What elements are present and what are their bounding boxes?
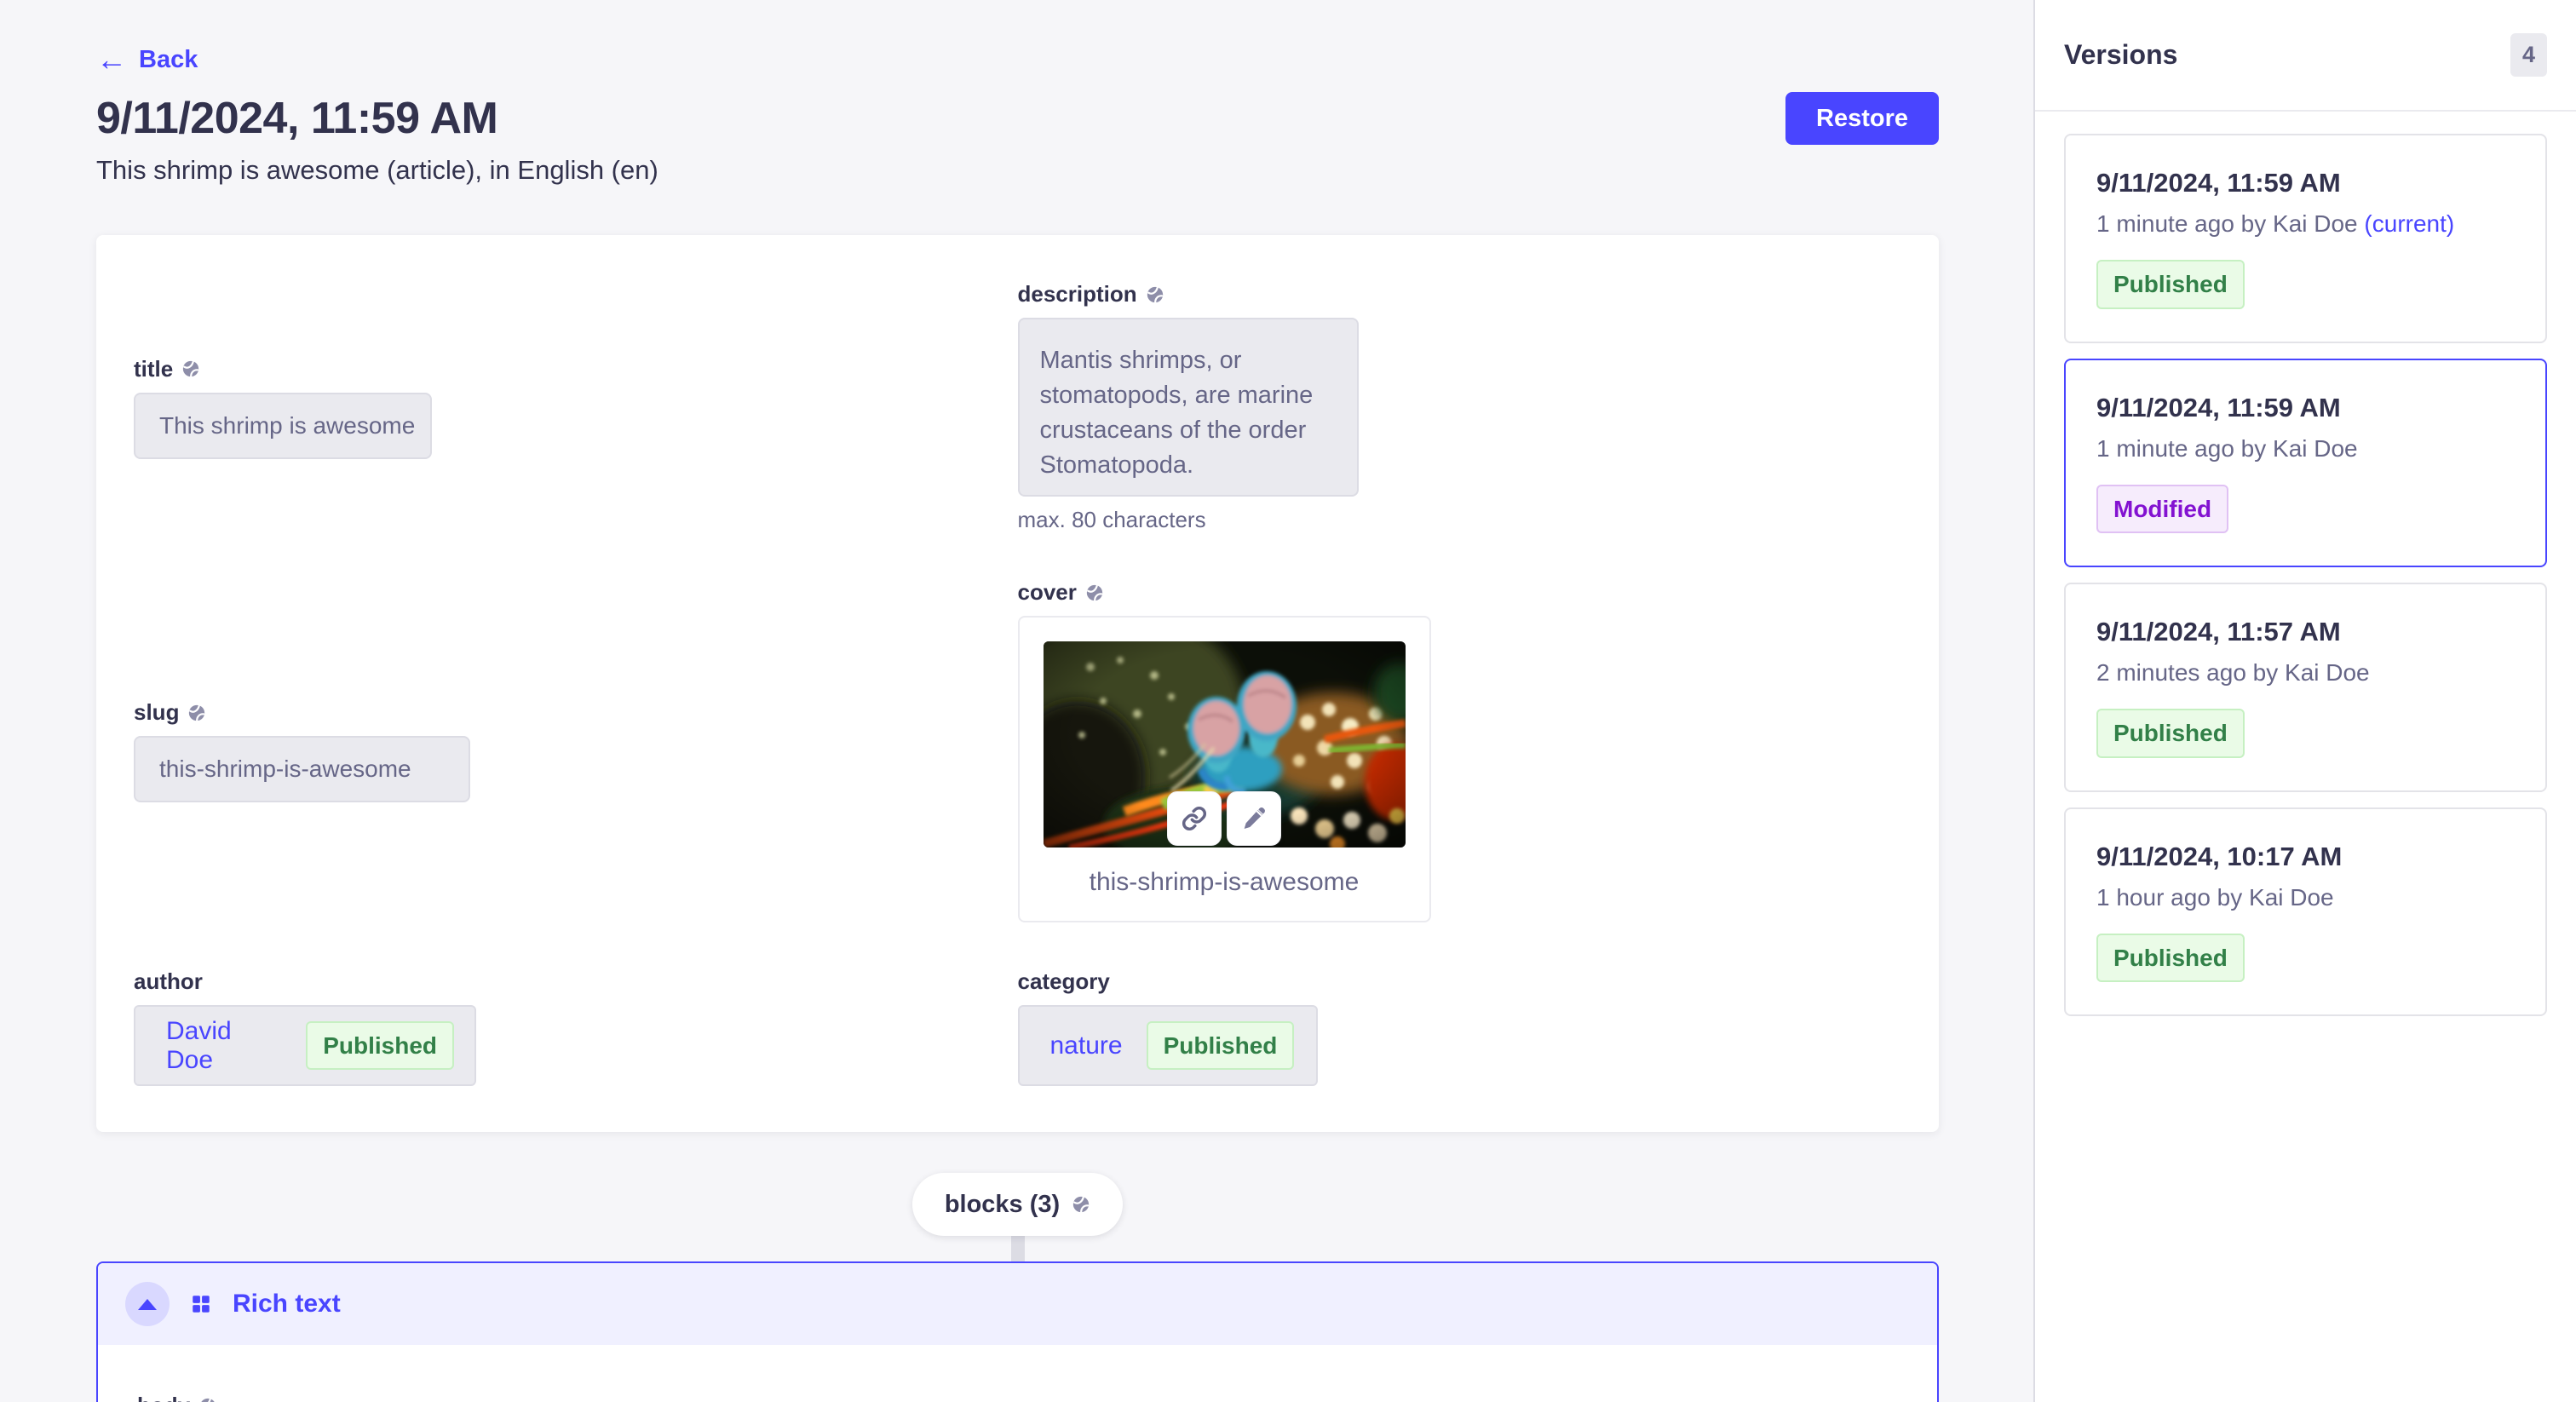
rich-text-block-title: Rich text bbox=[233, 1290, 341, 1319]
version-meta: 1 hour ago by Kai Doe bbox=[2096, 884, 2515, 911]
restore-button[interactable]: Restore bbox=[1785, 92, 1939, 145]
title-label: title bbox=[134, 356, 1018, 382]
back-label: Back bbox=[139, 46, 198, 74]
field-slug: slug this-shrimp-is-awesome bbox=[134, 699, 1018, 802]
slug-input: this-shrimp-is-awesome bbox=[134, 736, 470, 802]
app-root: ← Back 9/11/2024, 11:59 AM Restore This … bbox=[0, 0, 2576, 1402]
author-status-badge: Published bbox=[306, 1021, 454, 1071]
description-label: description bbox=[1018, 281, 1902, 307]
version-card-3[interactable]: 9/11/2024, 11:57 AM 2 minutes ago by Kai… bbox=[2064, 583, 2547, 792]
version-meta: 2 minutes ago by Kai Doe bbox=[2096, 659, 2515, 687]
globe-icon bbox=[1072, 1195, 1090, 1214]
version-status-badge: Published bbox=[2096, 934, 2245, 983]
category-label: category bbox=[1018, 968, 1902, 995]
description-textarea: Mantis shrimps, or stomatopods, are mari… bbox=[1018, 318, 1359, 497]
rich-text-block: Rich text body bbox=[96, 1261, 1939, 1402]
globe-icon bbox=[187, 704, 206, 722]
blocks-pill-label: blocks (3) bbox=[945, 1191, 1060, 1219]
version-card-4[interactable]: 9/11/2024, 10:17 AM 1 hour ago by Kai Do… bbox=[2064, 807, 2547, 1017]
category-link[interactable]: nature bbox=[1050, 1031, 1123, 1060]
field-cover: cover bbox=[1018, 579, 1902, 922]
main-panel: ← Back 9/11/2024, 11:59 AM Restore This … bbox=[0, 0, 2033, 1402]
versions-count-badge: 4 bbox=[2510, 33, 2547, 77]
back-arrow-icon: ← bbox=[96, 44, 127, 75]
field-title: title This shrimp is awesome bbox=[134, 356, 1018, 459]
blocks-zone-header: blocks (3) bbox=[96, 1173, 1939, 1236]
version-current-label: (current) bbox=[2364, 210, 2454, 237]
edit-media-button[interactable] bbox=[1227, 791, 1281, 846]
category-status-badge: Published bbox=[1147, 1021, 1295, 1071]
globe-icon bbox=[198, 1397, 217, 1402]
collapse-block-button[interactable] bbox=[125, 1282, 170, 1326]
versions-title: Versions bbox=[2064, 39, 2177, 71]
version-meta-text: 2 minutes ago by Kai Doe bbox=[2096, 659, 2370, 686]
version-status-badge: Published bbox=[2096, 260, 2245, 309]
author-label: author bbox=[134, 968, 1018, 995]
rich-text-block-body: body bbox=[98, 1345, 1937, 1402]
globe-icon bbox=[1146, 285, 1164, 304]
version-card-2[interactable]: 9/11/2024, 11:59 AM 1 minute ago by Kai … bbox=[2064, 359, 2547, 568]
version-date: 9/11/2024, 10:17 AM bbox=[2096, 842, 2515, 872]
slug-label-text: slug bbox=[134, 699, 179, 726]
globe-icon bbox=[181, 359, 200, 378]
cover-caption: this-shrimp-is-awesome bbox=[1044, 868, 1406, 897]
cover-media-card: this-shrimp-is-awesome bbox=[1018, 616, 1431, 922]
versions-sidebar: Versions 4 9/11/2024, 11:59 AM 1 minute … bbox=[2033, 0, 2576, 1402]
version-meta-text: 1 minute ago by Kai Doe bbox=[2096, 210, 2358, 237]
category-label-text: category bbox=[1018, 968, 1110, 995]
entry-fields-card: title This shrimp is awesome description… bbox=[96, 235, 1939, 1132]
globe-icon bbox=[1085, 583, 1104, 602]
title-label-text: title bbox=[134, 356, 173, 382]
cover-actions bbox=[1167, 791, 1281, 846]
body-label: body bbox=[137, 1393, 1898, 1402]
version-date: 9/11/2024, 11:59 AM bbox=[2096, 168, 2515, 198]
version-meta: 1 minute ago by Kai Doe bbox=[2096, 435, 2515, 463]
link-icon bbox=[1181, 805, 1208, 832]
title-input: This shrimp is awesome bbox=[134, 393, 432, 459]
blocks-pill: blocks (3) bbox=[912, 1173, 1123, 1236]
field-category: category nature Published bbox=[1018, 968, 1902, 1086]
author-relation-box: David Doe Published bbox=[134, 1005, 476, 1086]
field-author: author David Doe Published bbox=[134, 968, 1018, 1086]
body-label-text: body bbox=[137, 1393, 190, 1402]
cover-label: cover bbox=[1018, 579, 1902, 606]
description-label-text: description bbox=[1018, 281, 1137, 307]
field-description: description Mantis shrimps, or stomatopo… bbox=[1018, 281, 1902, 533]
versions-header: Versions 4 bbox=[2035, 0, 2576, 112]
blocks-connector bbox=[1011, 1236, 1025, 1261]
copy-link-button[interactable] bbox=[1167, 791, 1222, 846]
version-meta-text: 1 minute ago by Kai Doe bbox=[2096, 435, 2358, 462]
rich-text-block-header: Rich text bbox=[98, 1263, 1937, 1345]
version-list: 9/11/2024, 11:59 AM 1 minute ago by Kai … bbox=[2035, 112, 2576, 1038]
version-status-badge: Modified bbox=[2096, 485, 2228, 534]
page-subtitle: This shrimp is awesome (article), in Eng… bbox=[96, 155, 1939, 186]
category-relation-box: nature Published bbox=[1018, 1005, 1318, 1086]
version-status-badge: Published bbox=[2096, 709, 2245, 758]
version-date: 9/11/2024, 11:57 AM bbox=[2096, 617, 2515, 647]
caret-up-icon bbox=[138, 1299, 157, 1310]
slug-label: slug bbox=[134, 699, 1018, 726]
page-title: 9/11/2024, 11:59 AM bbox=[96, 93, 497, 144]
author-link[interactable]: David Doe bbox=[166, 1017, 282, 1075]
cover-label-text: cover bbox=[1018, 579, 1077, 606]
version-meta: 1 minute ago by Kai Doe (current) bbox=[2096, 210, 2515, 238]
description-hint: max. 80 characters bbox=[1018, 507, 1902, 533]
page-header: 9/11/2024, 11:59 AM Restore bbox=[96, 92, 1939, 145]
back-link[interactable]: ← Back bbox=[96, 44, 198, 75]
pencil-icon bbox=[1240, 805, 1268, 832]
author-label-text: author bbox=[134, 968, 203, 995]
grid-icon bbox=[190, 1293, 212, 1315]
version-card-1[interactable]: 9/11/2024, 11:59 AM 1 minute ago by Kai … bbox=[2064, 134, 2547, 343]
version-date: 9/11/2024, 11:59 AM bbox=[2096, 393, 2515, 423]
cover-image bbox=[1044, 641, 1406, 848]
version-meta-text: 1 hour ago by Kai Doe bbox=[2096, 884, 2334, 911]
